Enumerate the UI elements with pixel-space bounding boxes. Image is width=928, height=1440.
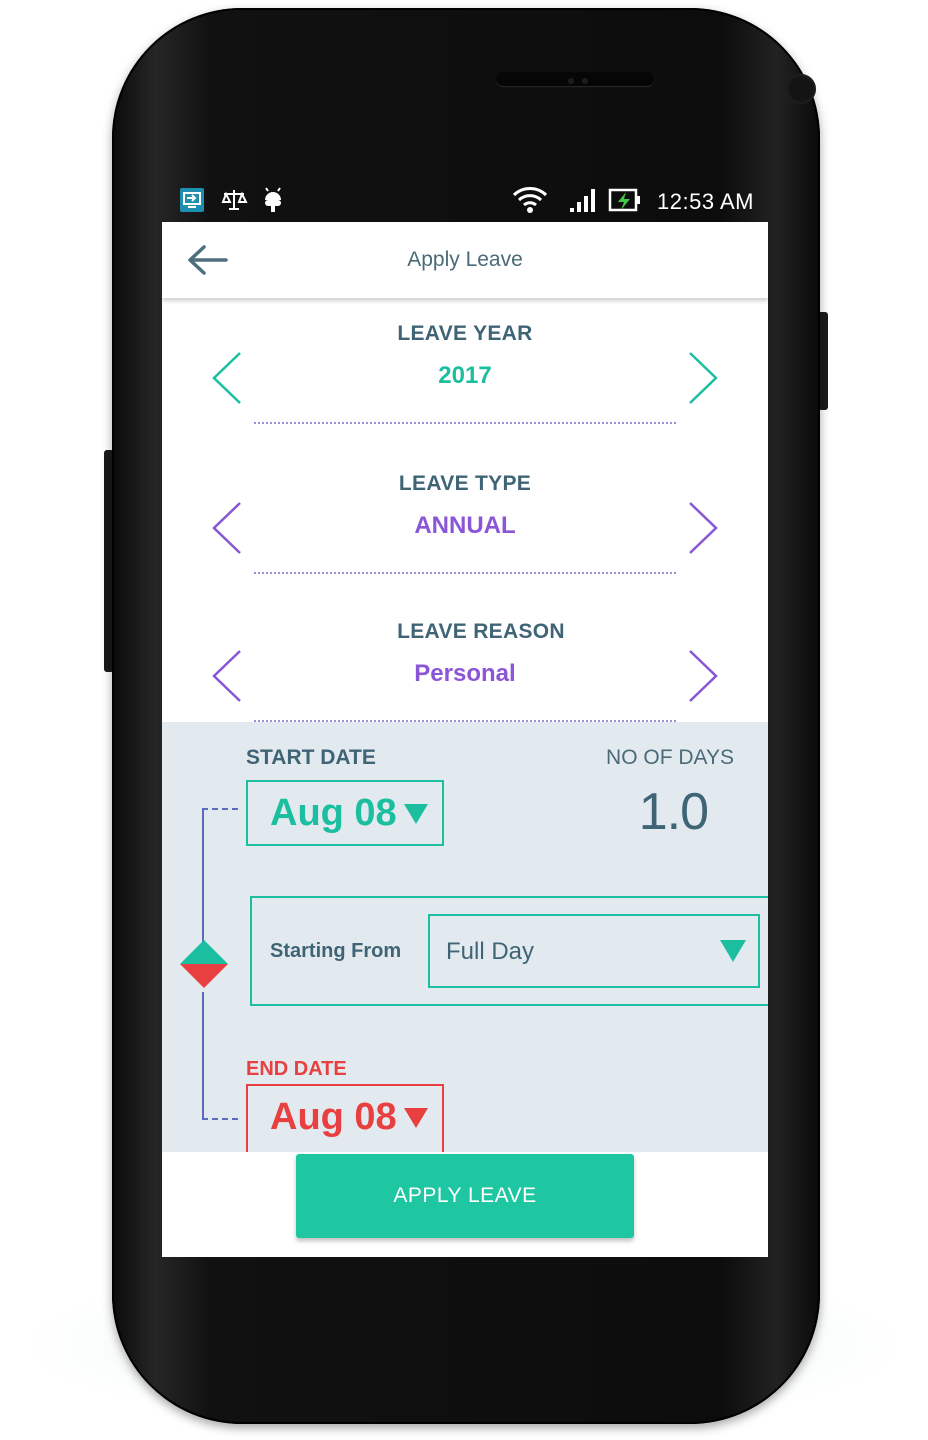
starting-from-dropdown[interactable]: Full Day <box>428 914 760 988</box>
earpiece-speaker <box>496 72 654 86</box>
date-range-bracket <box>202 992 204 1118</box>
signal-icon <box>568 186 598 220</box>
leave-type-selector: LEAVE TYPE ANNUAL <box>162 458 768 598</box>
status-time: 12:53 AM <box>657 189 754 214</box>
status-bar: 12:53 AM <box>162 180 768 222</box>
no-of-days-value: 1.0 <box>638 783 709 841</box>
divider <box>254 572 676 574</box>
end-date-value: Aug 08 <box>270 1096 397 1138</box>
start-date-value: Aug 08 <box>270 792 397 834</box>
chevron-right-icon[interactable] <box>686 648 720 704</box>
start-date-picker[interactable]: Aug 08 <box>246 780 444 846</box>
front-camera <box>786 74 816 104</box>
page-title: Apply Leave <box>407 248 523 271</box>
android-debug-icon <box>260 186 286 220</box>
starting-from-row: Starting From Full Day <box>250 896 768 1006</box>
no-of-days-label: NO OF DAYS <box>606 746 734 769</box>
caret-down-icon <box>720 940 746 962</box>
start-date-label: START DATE <box>246 746 376 769</box>
end-date-picker[interactable]: Aug 08 <box>246 1084 444 1152</box>
apply-leave-button[interactable]: APPLY LEAVE <box>296 1154 634 1238</box>
caret-down-icon <box>404 1108 428 1128</box>
scale-icon <box>220 186 248 220</box>
leave-year-value: 2017 <box>438 362 492 389</box>
caret-down-icon <box>404 804 428 824</box>
wifi-icon <box>512 186 548 220</box>
date-range-bracket <box>202 808 204 942</box>
app-bar: Apply Leave <box>162 222 768 298</box>
chevron-right-icon[interactable] <box>686 350 720 406</box>
end-date-label: END DATE <box>246 1058 347 1080</box>
chevron-right-icon[interactable] <box>686 500 720 556</box>
leave-year-selector: LEAVE YEAR 2017 <box>162 308 768 448</box>
bracket-tick <box>202 808 238 810</box>
starting-from-value: Full Day <box>446 938 535 965</box>
range-diamond-icon <box>178 938 230 990</box>
bracket-tick <box>202 1118 238 1120</box>
leave-type-value: ANNUAL <box>414 512 516 539</box>
proximity-sensor <box>568 78 574 84</box>
battery-charging-icon <box>608 186 642 220</box>
leave-year-label: LEAVE YEAR <box>397 322 533 345</box>
light-sensor <box>582 78 588 84</box>
leave-reason-value: Personal <box>414 660 516 687</box>
dates-panel: START DATE NO OF DAYS 1.0 Aug 08 Startin… <box>162 722 768 1152</box>
leave-type-label: LEAVE TYPE <box>398 472 532 495</box>
app-screen: Apply Leave LEAVE YEAR 2017 LEAVE TYPE A… <box>162 222 768 1257</box>
divider <box>254 422 676 424</box>
starting-from-label: Starting From <box>270 940 402 962</box>
leave-reason-label: LEAVE REASON <box>397 620 565 643</box>
screen-share-icon <box>178 186 206 220</box>
